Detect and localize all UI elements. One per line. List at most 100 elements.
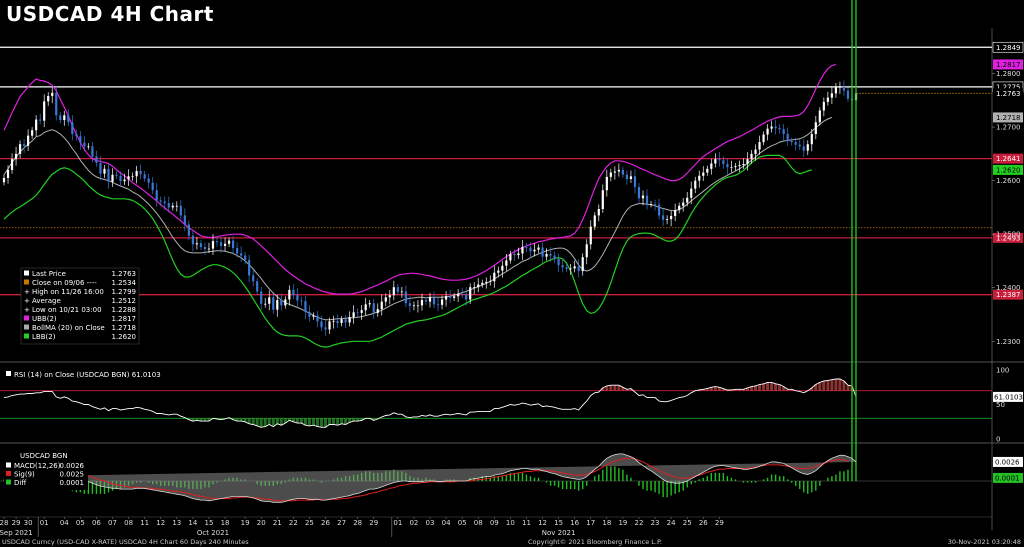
rsi-legend-label: RSI (14) on Close (USDCAD BGN) 61.0103 [14, 371, 161, 379]
candle [276, 294, 279, 317]
candle-body [718, 159, 721, 161]
candle-body [284, 299, 287, 306]
candle-body [517, 253, 520, 256]
candle [738, 160, 741, 172]
candle-body [493, 272, 496, 282]
candle-body [380, 301, 383, 310]
x-tick-label: 09 [490, 519, 499, 527]
candle [649, 200, 653, 208]
x-tick-label: 26 [321, 519, 330, 527]
x-tick-label: 25 [683, 519, 692, 527]
candle [786, 127, 789, 147]
candle [304, 295, 307, 319]
candle-body [340, 319, 343, 324]
candle [457, 289, 460, 303]
candle-body [726, 164, 729, 168]
footer-left: USDCAD Curncy (USD-CAD X-RATE) USDCAD 4H… [2, 538, 249, 546]
candle [131, 172, 134, 181]
candle [730, 160, 733, 173]
candle-body [802, 146, 805, 151]
price-tick-label: 1.2800 [996, 70, 1021, 78]
candle-body [513, 253, 516, 256]
candle [674, 203, 677, 222]
candle-body [838, 86, 842, 88]
candle-body [549, 253, 552, 256]
candle-body [529, 247, 532, 252]
month-label: Nov 2021 [542, 529, 576, 537]
candle-body [107, 168, 110, 182]
candle-body [47, 96, 50, 102]
candle-body [822, 101, 825, 111]
candle-body [27, 135, 30, 146]
candle-body [231, 240, 235, 249]
candle [826, 91, 829, 106]
x-tick-label: 01 [40, 519, 49, 527]
candle [51, 87, 54, 104]
x-tick-label: 06 [92, 519, 101, 527]
candle [601, 184, 604, 213]
candle-body [649, 204, 653, 205]
x-tick-label: 18 [602, 519, 611, 527]
candle-body [171, 205, 174, 208]
candle [806, 140, 809, 156]
candle [252, 268, 255, 287]
candle-body [666, 219, 669, 220]
candle [244, 251, 247, 265]
candle-body [352, 312, 355, 318]
candle [834, 83, 838, 98]
x-tick-label: 22 [635, 519, 644, 527]
candle [14, 146, 18, 166]
candle [191, 230, 194, 252]
candle [541, 243, 544, 263]
candle [621, 166, 625, 178]
legend-value: 1.2534 [112, 279, 137, 287]
legend-swatch [24, 279, 29, 285]
candle [372, 298, 375, 319]
candle [260, 286, 263, 310]
candle-body [332, 320, 335, 322]
candle [661, 208, 665, 227]
candle-body [477, 284, 480, 288]
legend-swatch [24, 324, 29, 330]
candle [770, 120, 773, 133]
candle-body [408, 303, 412, 306]
x-axis: 28 29 30 01 04 05 06 07 08 11 12 13 14 15 18 19 20 21 22 25… [0, 516, 992, 537]
candle-body [400, 291, 403, 293]
candle-body [155, 190, 158, 201]
month-label: Oct 2021 [197, 529, 229, 537]
candle-body [240, 253, 243, 256]
candle-body [103, 168, 106, 174]
x-tick-label: 10 [506, 519, 515, 527]
x-tick-label: 30 [24, 519, 33, 527]
x-tick-label: 29 [715, 519, 724, 527]
candle [545, 248, 548, 261]
candle-body [248, 259, 251, 276]
candle-body [199, 243, 203, 248]
candle-body [143, 174, 146, 179]
candle [553, 251, 556, 264]
candle-body [412, 305, 416, 307]
month-label: Sep 2021 [0, 529, 33, 537]
candle-body [565, 267, 568, 269]
candle [593, 212, 596, 230]
candle-body [774, 126, 777, 129]
candle [557, 253, 560, 273]
x-tick-label: 21 [273, 519, 282, 527]
candle [312, 312, 315, 320]
candle [332, 315, 335, 329]
candle [501, 260, 504, 278]
candle-body [448, 296, 452, 298]
candle [356, 308, 359, 318]
footer: USDCAD Curncy (USD-CAD X-RATE) USDCAD 4H… [2, 538, 1021, 546]
candle-body [806, 144, 809, 151]
candle-body [722, 160, 725, 165]
candle-body [690, 188, 693, 198]
candle-body [714, 159, 717, 164]
candle [43, 94, 46, 128]
candle [802, 139, 805, 158]
x-tick-label: 02 [409, 519, 418, 527]
candle [300, 296, 303, 306]
candle [364, 297, 367, 316]
candle [838, 81, 842, 94]
candle-body [569, 268, 572, 270]
